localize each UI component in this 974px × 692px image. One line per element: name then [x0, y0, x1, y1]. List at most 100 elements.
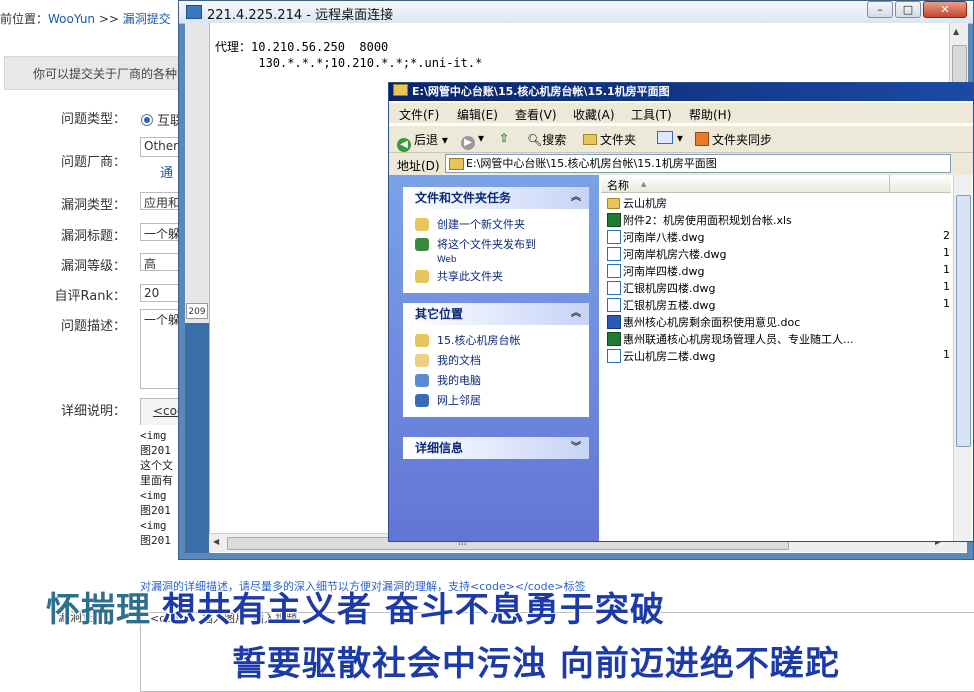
- file-size: 1: [943, 297, 950, 310]
- label-problem-desc: 问题描述：: [60, 319, 126, 334]
- remote-left-panel: [185, 323, 209, 553]
- collapse-icon[interactable]: ︽: [571, 187, 581, 209]
- file-size: 1: [943, 263, 950, 276]
- forward-button[interactable]: ▶ ▾: [461, 131, 484, 150]
- folder-sync-label: 文件夹同步: [712, 133, 773, 147]
- file-row[interactable]: 河南岸八楼.dwg 2: [607, 228, 951, 245]
- folder-icon: [607, 198, 620, 209]
- place-my-computer[interactable]: 我的电脑: [415, 371, 589, 391]
- menu-item-1[interactable]: 编辑(E): [457, 106, 498, 123]
- explorer-titlebar[interactable]: E:\网管中心台账\15.核心机房台帐\15.1机房平面图: [389, 83, 973, 101]
- explorer-vertical-scrollbar[interactable]: [953, 175, 972, 541]
- close-button[interactable]: ✕: [923, 1, 967, 18]
- my-documents-icon: [415, 354, 429, 367]
- address-input[interactable]: E:\网管中心台账\15.核心机房台帐\15.1机房平面图: [445, 154, 951, 173]
- file-size: 2: [943, 229, 950, 242]
- scroll-left-icon[interactable]: ◀: [213, 537, 219, 546]
- menu-item-0[interactable]: 文件(F): [399, 106, 439, 123]
- file-row[interactable]: 惠州联通核心机房现场管理人员、专业随工人...: [607, 330, 951, 347]
- vendor-link[interactable]: 通: [160, 162, 173, 181]
- explorer-toolbar: ◀ 后退 ▾ ▶ ▾ ⇧ 🔍︎搜索 文件夹 ▾ 文件夹同步: [389, 125, 973, 153]
- column-divider[interactable]: [889, 175, 890, 192]
- label-detail: 详细说明：: [60, 404, 126, 419]
- problem-type-radio[interactable]: 互联: [141, 110, 183, 129]
- menu-item-5[interactable]: 帮助(H): [689, 106, 731, 123]
- forward-arrow-icon: ▶: [461, 136, 475, 150]
- explorer-vscroll-thumb[interactable]: [956, 195, 971, 447]
- place-my-documents-label: 我的文档: [437, 354, 481, 367]
- details-header[interactable]: 详细信息 ︾: [403, 437, 589, 459]
- menu-item-4[interactable]: 工具(T): [631, 106, 672, 123]
- address-label: 地址(D): [397, 159, 440, 173]
- folders-button[interactable]: 文件夹: [583, 131, 636, 148]
- file-name: 附件2：机房使用面积规划台帐.xls: [623, 214, 792, 227]
- column-name[interactable]: 名称: [607, 177, 629, 193]
- remote-desktop-icon: [186, 5, 202, 19]
- dwg-icon: [607, 349, 621, 363]
- menu-item-2[interactable]: 查看(V): [515, 106, 557, 123]
- my-computer-icon: [415, 374, 429, 387]
- breadcrumb-site-link[interactable]: WooYun: [48, 12, 95, 26]
- file-row[interactable]: 惠州核心机房剩余面积使用意见.doc: [607, 313, 951, 330]
- search-button[interactable]: 🔍︎搜索: [527, 131, 566, 148]
- remote-desktop-title: 221.4.225.214 - 远程桌面连接: [207, 8, 394, 23]
- explorer-menubar: 文件(F) 编辑(E) 查看(V) 收藏(A) 工具(T) 帮助(H): [389, 103, 973, 123]
- maximize-button[interactable]: □: [895, 1, 921, 18]
- excel-icon: [607, 213, 621, 227]
- details-box: 详细信息 ︾: [403, 437, 589, 459]
- other-places-header[interactable]: 其它位置 ︽: [403, 303, 589, 325]
- file-tasks-title: 文件和文件夹任务: [415, 191, 512, 205]
- label-vuln-title: 漏洞标题：: [60, 229, 126, 244]
- scroll-up-icon[interactable]: ▲: [953, 27, 959, 36]
- file-list-header: 名称 ▲: [601, 175, 951, 193]
- task-publish-web[interactable]: 将这个文件夹发布到 Web: [415, 235, 589, 267]
- place-my-documents[interactable]: 我的文档: [415, 351, 589, 371]
- address-folder-icon: [449, 158, 464, 170]
- folder-sync-button[interactable]: 文件夹同步: [695, 131, 772, 148]
- remote-desktop-titlebar[interactable]: 221.4.225.214 - 远程桌面连接 – □ ✕: [179, 1, 973, 24]
- dwg-icon: [607, 247, 621, 261]
- file-row[interactable]: 云山机房: [607, 194, 951, 211]
- file-tasks-header[interactable]: 文件和文件夹任务 ︽: [403, 187, 589, 209]
- place-network[interactable]: 网上邻居: [415, 391, 589, 411]
- radio-selected-icon: [141, 114, 153, 126]
- file-row[interactable]: 汇银机房五楼.dwg 1: [607, 296, 951, 313]
- file-name: 河南岸机房六楼.dwg: [623, 248, 727, 261]
- menu-item-3[interactable]: 收藏(A): [573, 106, 615, 123]
- file-size: 1: [943, 280, 950, 293]
- file-row[interactable]: 汇银机房四楼.dwg 1: [607, 279, 951, 296]
- file-name: 云山机房: [623, 197, 667, 210]
- subtitle-line-1: 想共有主义者 奋斗不息勇于突破: [162, 590, 665, 630]
- back-button[interactable]: ◀ 后退 ▾: [397, 131, 448, 152]
- label-vuln-type: 漏洞类型：: [60, 198, 126, 213]
- file-tasks-box: 文件和文件夹任务 ︽ 创建一个新文件夹 将这个文件夹发布到 Web 共享此文件夹: [403, 187, 589, 293]
- place-network-label: 网上邻居: [437, 394, 481, 407]
- subtitle-line-1-start: 怀揣理: [46, 590, 151, 630]
- file-row[interactable]: 云山机房二楼.dwg 1: [607, 347, 951, 364]
- file-row[interactable]: 河南岸机房六楼.dwg 1: [607, 245, 951, 262]
- file-row[interactable]: 附件2：机房使用面积规划台帐.xls: [607, 211, 951, 228]
- task-new-folder-label: 创建一个新文件夹: [437, 218, 525, 231]
- place-parent-label: 15.核心机房台帐: [437, 334, 521, 347]
- file-row[interactable]: 河南岸四楼.dwg 1: [607, 262, 951, 279]
- breadcrumb-prefix: 前位置：: [0, 12, 49, 26]
- expand-icon[interactable]: ︾: [571, 437, 581, 459]
- views-button[interactable]: ▾: [657, 131, 683, 145]
- remote-left-strip: 209: [185, 23, 210, 553]
- back-arrow-icon: ◀: [397, 138, 411, 152]
- task-new-folder[interactable]: 创建一个新文件夹: [415, 215, 589, 235]
- label-self-rank: 自评Rank：: [54, 289, 126, 304]
- proxy-settings-text: 代理：10.210.56.250 8000 130.*.*.*;10.210.*…: [215, 39, 482, 71]
- breadcrumb-page-link[interactable]: 漏洞提交: [123, 12, 171, 26]
- minimize-button[interactable]: –: [867, 1, 893, 18]
- other-places-title: 其它位置: [415, 307, 464, 321]
- collapse-icon[interactable]: ︽: [571, 303, 581, 325]
- file-name: 河南岸四楼.dwg: [623, 265, 705, 278]
- place-parent-folder[interactable]: 15.核心机房台帐: [415, 331, 589, 351]
- search-label: 搜索: [542, 133, 567, 147]
- task-publish-label: 将这个文件夹发布到: [437, 238, 536, 251]
- address-bar: 地址(D) E:\网管中心台账\15.核心机房台帐\15.1机房平面图: [389, 153, 973, 175]
- up-folder-icon[interactable]: ⇧: [499, 131, 509, 145]
- folder-icon: [393, 84, 408, 96]
- task-share-folder[interactable]: 共享此文件夹: [415, 267, 589, 287]
